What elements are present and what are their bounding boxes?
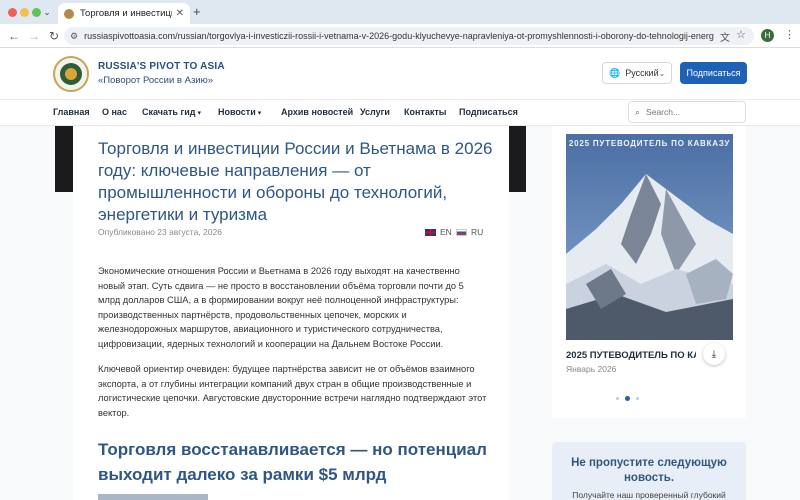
search-icon: ⌕: [635, 106, 641, 117]
language-select[interactable]: 🌐 Русский ⌄: [602, 62, 672, 84]
section-heading: Торговля восстанавливается — но потенциа…: [98, 440, 487, 484]
minimize-window-icon[interactable]: [20, 8, 29, 17]
hero-image-edge: [509, 126, 526, 192]
chevron-down-icon: ▾: [257, 110, 262, 117]
browser-tab-bar: ⌄ Торговля и инвестиции России ✕ +: [0, 0, 800, 24]
brand-subtitle: «Поворот России в Азию»: [98, 75, 214, 86]
browser-tab[interactable]: Торговля и инвестиции России ✕: [58, 3, 190, 24]
article-paragraph: Ключевой ориентир очевиден: будущее парт…: [98, 364, 487, 418]
forward-arrow-icon[interactable]: →: [26, 28, 42, 44]
search-box[interactable]: ⌕: [628, 101, 746, 123]
address-bar[interactable]: ⚙ russiaspivottoasia.com/russian/torgovl…: [64, 27, 754, 45]
browser-toolbar: ← → ↻ ⚙ russiaspivottoasia.com/russian/t…: [0, 24, 800, 48]
newsletter-text: Получайте наш проверенный глубокий: [572, 490, 726, 500]
published-date: Опубликовано 23 августа, 2026: [98, 227, 222, 237]
guide-date: Январь 2026: [566, 364, 617, 374]
translate-icon[interactable]: 文: [720, 29, 730, 44]
lang-link-ru[interactable]: RU: [456, 227, 483, 237]
russia-flag-icon: [456, 228, 467, 236]
nav-item-about[interactable]: О нас: [102, 107, 127, 117]
new-tab-icon[interactable]: +: [193, 4, 201, 19]
nav-item-home[interactable]: Главная: [53, 107, 90, 117]
site-favicon-icon: [64, 8, 74, 19]
profile-avatar[interactable]: H: [761, 29, 774, 42]
tab-title: Торговля и инвестиции России: [80, 8, 172, 19]
chevron-down-icon: ⌄: [658, 68, 666, 78]
guide-title[interactable]: 2025 ПУТЕВОДИТЕЛЬ ПО КАВКА: [566, 350, 696, 361]
carousel-dot[interactable]: [616, 397, 619, 400]
close-tab-icon[interactable]: ✕: [176, 8, 184, 19]
mountain-image: [566, 134, 733, 340]
site-logo[interactable]: [53, 56, 89, 92]
lang-en-label: EN: [440, 227, 452, 237]
nav-item-news[interactable]: Новости ▾: [218, 107, 261, 117]
nav-item-services[interactable]: Услуги: [360, 107, 390, 117]
newsletter-box: Не пропустите следующую новость. Получай…: [552, 442, 746, 500]
main-navigation: Главная О нас Скачать гид ▾ Новости ▾ Архи…: [0, 100, 800, 126]
chevron-down-icon: ▾: [197, 110, 201, 117]
reload-icon[interactable]: ↻: [46, 28, 62, 44]
newsletter-title: Не пропустите следующую новость.: [571, 457, 727, 484]
tab-search-chevron-icon[interactable]: ⌄: [40, 3, 54, 21]
emblem-icon: [60, 63, 82, 85]
brand-title[interactable]: RUSSIA'S PIVOT TO ASIA: [98, 61, 225, 72]
bookmark-star-icon[interactable]: ☆: [736, 28, 746, 41]
url-text[interactable]: russiaspivottoasia.com/russian/torgovlya…: [84, 31, 714, 41]
subscribe-button[interactable]: Подписаться: [680, 62, 747, 84]
lang-ru-label: RU: [471, 227, 484, 237]
article-image: [98, 494, 208, 500]
nav-item-download-guide[interactable]: Скачать гид ▾: [142, 107, 201, 117]
article-paragraph: Экономические отношения России и Вьетнам…: [98, 266, 464, 349]
download-button[interactable]: ⤓: [703, 343, 725, 365]
globe-icon: 🌐: [609, 67, 621, 78]
guide-cover-image[interactable]: 2025 ПУТЕВОДИТЕЛЬ ПО КАВКАЗУ: [566, 134, 733, 340]
carousel-dot-active[interactable]: [625, 396, 630, 401]
nav-item-news-archive[interactable]: Архив новостей: [281, 107, 353, 117]
back-arrow-icon[interactable]: ←: [6, 28, 22, 44]
carousel-dot[interactable]: [636, 397, 639, 400]
nav-item-subscribe[interactable]: Подписаться: [459, 107, 518, 117]
guide-cover-caption: 2025 ПУТЕВОДИТЕЛЬ ПО КАВКАЗУ: [568, 139, 731, 148]
browser-menu-icon[interactable]: ⋮: [784, 28, 795, 41]
article-title: Торговля и инвестиции России и Вьетнама …: [98, 139, 493, 224]
download-icon: ⤓: [711, 348, 717, 360]
hero-image-edge: [55, 126, 73, 192]
nav-item-contacts[interactable]: Контакты: [404, 107, 446, 117]
carousel-dots: [616, 396, 639, 401]
search-input[interactable]: [646, 107, 737, 117]
close-window-icon[interactable]: [8, 8, 17, 17]
site-info-icon[interactable]: ⚙: [70, 31, 78, 42]
language-label: Русский: [625, 68, 659, 78]
site-header: RUSSIA'S PIVOT TO ASIA «Поворот России в…: [0, 48, 800, 100]
uk-flag-icon: [425, 228, 436, 236]
lang-link-en[interactable]: EN: [425, 227, 452, 237]
